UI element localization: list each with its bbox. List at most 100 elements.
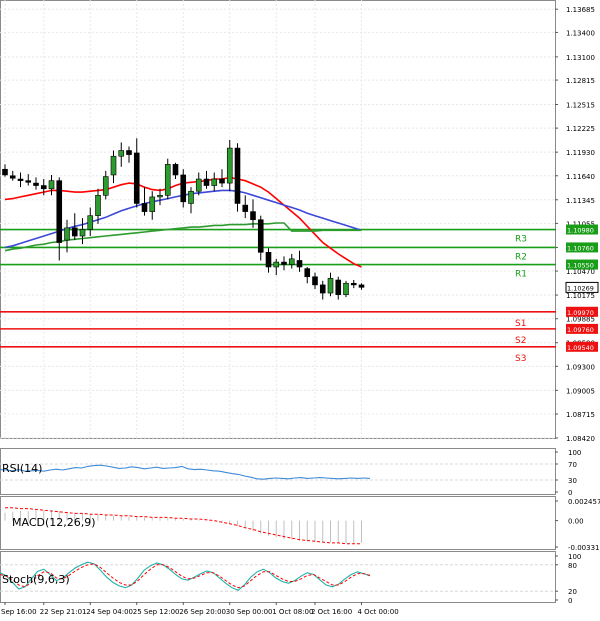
pivot-price-tag-label: 1.09970 <box>567 309 594 317</box>
candle-body <box>95 195 101 216</box>
price-tick-label: 1.08420 <box>566 435 595 443</box>
macd-tick-label: -0.00331 <box>568 544 599 552</box>
rsi-label: RSI(14) <box>2 462 42 475</box>
candle-body <box>195 178 202 192</box>
current-price-label: 1.10269 <box>567 284 594 292</box>
stoch-tick-label: 80 <box>568 562 577 570</box>
candle-body <box>172 164 179 176</box>
candle-body <box>358 284 365 288</box>
candle-body <box>110 155 117 176</box>
candle-body <box>25 180 32 183</box>
price-tick-label: 1.09300 <box>566 363 595 371</box>
candle-body <box>71 227 78 237</box>
stoch-axis: 10080 200 <box>555 553 581 605</box>
price-tick-label: 1.09885 <box>566 316 595 324</box>
time-tick-label: Sep 16:00 <box>1 608 37 616</box>
candle-body <box>226 147 233 184</box>
candle-body <box>250 211 256 221</box>
pivot-label-r3: R3 <box>515 235 527 245</box>
pivot-price-tag-label: 1.10550 <box>567 262 594 270</box>
rsi-tick-label: 100 <box>568 449 581 457</box>
rsi-tick-label: 0 <box>568 489 572 497</box>
price-tick-label: 1.13400 <box>566 29 595 37</box>
price-tick-label: 1.11930 <box>566 149 595 157</box>
candle-body <box>40 185 47 190</box>
candle-body <box>312 276 318 286</box>
time-tick-label: 25 Sep 12:00 <box>133 608 180 616</box>
candle-body <box>64 227 70 241</box>
price-panel-frame <box>0 0 556 439</box>
candle-body <box>164 164 171 196</box>
forex-chart: 1.13685 1.13400 1.13100 1.12815 1.12515 1.122… <box>0 0 600 616</box>
macd-label: MACD(12,26,9) <box>12 516 96 529</box>
price-tick-label: 1.08715 <box>566 411 595 419</box>
candle-body <box>288 258 295 265</box>
rsi-panel-frame <box>0 448 556 495</box>
candle-body <box>180 174 187 203</box>
pivot-price-tag-label: 1.10760 <box>567 244 594 252</box>
price-tick-label: 1.11640 <box>566 173 595 181</box>
candle-body <box>257 219 264 253</box>
candle-body <box>203 178 210 186</box>
candle-body <box>335 279 342 295</box>
time-tick-label: 24 Sep 04:00 <box>86 608 133 616</box>
pivot-label-s3: S3 <box>515 354 526 364</box>
macd-tick-label: 0.00 <box>568 518 584 526</box>
time-tick-label: 26 Sep 20:00 <box>179 608 226 616</box>
price-tick-label: 1.12515 <box>566 102 595 110</box>
time-tick-label: 4 Oct 00:00 <box>358 608 399 616</box>
candle-body <box>133 152 140 204</box>
macd-panel: 0.002457 0.00 -0.00331 MACD(12,26,9) <box>0 496 600 552</box>
pivot-label-s1: S1 <box>515 319 526 329</box>
candle-body <box>2 168 8 176</box>
price-panel: 1.13685 1.13400 1.13100 1.12815 1.12515 1.122… <box>0 0 599 443</box>
rsi-tick-label: 30 <box>568 477 577 485</box>
pivot-label-r1: R1 <box>515 270 527 280</box>
time-tick-label: 2 Oct 16:00 <box>311 608 352 616</box>
candle-body <box>350 282 357 286</box>
time-axis: Sep 16:00 22 Sep 21:01 24 Sep 04:00 25 Sep … <box>1 602 399 616</box>
pivot-price-tag-label: 1.09760 <box>567 326 594 334</box>
stoch-tick-label: 0 <box>568 597 572 605</box>
time-tick-label: 30 Sep 00:00 <box>226 608 273 616</box>
candle-body <box>319 284 326 294</box>
stoch-panel: 10080 200 Stoch(9,6,3) <box>0 551 581 605</box>
macd-tick-label: 0.002457 <box>568 498 600 506</box>
price-tick-label: 1.12815 <box>566 77 595 85</box>
candle-body <box>48 180 55 190</box>
price-tick-label: 1.11345 <box>566 197 595 205</box>
rsi-axis: 100 70 30 0 <box>555 449 581 497</box>
pivot-price-tag-label: 1.10980 <box>567 227 594 235</box>
candle-body <box>265 252 272 268</box>
candle-body <box>327 278 334 294</box>
candle-body <box>87 215 94 230</box>
candle-body <box>242 204 249 212</box>
candle-body <box>234 147 241 204</box>
candle-body <box>296 260 303 268</box>
price-tick-label: 1.13100 <box>566 54 595 62</box>
candle-body <box>141 203 148 212</box>
candle-body <box>102 176 109 196</box>
price-tick-label: 1.09005 <box>566 387 595 395</box>
rsi-tick-label: 70 <box>568 461 577 469</box>
price-tick-label: 1.10175 <box>566 292 595 300</box>
stoch-label: Stoch(9,6,3) <box>2 573 70 586</box>
time-tick-label: 1 Oct 08:00 <box>272 608 313 616</box>
candle-body <box>149 196 156 212</box>
pivot-price-tag-label: 1.09540 <box>567 344 594 352</box>
candle-body <box>157 195 163 198</box>
price-tick-label: 1.12225 <box>566 125 595 133</box>
pivot-label-r2: R2 <box>515 252 527 262</box>
candle-body <box>9 175 16 179</box>
current-price: 1.10269 <box>565 281 599 293</box>
candle-body <box>17 178 24 181</box>
candle-body <box>188 190 194 204</box>
macd-axis: 0.002457 0.00 -0.00331 <box>555 498 600 552</box>
pivot-label-s2: S2 <box>515 336 526 346</box>
stoch-tick-label: 20 <box>568 588 577 596</box>
candle-body <box>118 150 125 157</box>
candle-body <box>273 261 280 268</box>
candle-body <box>56 180 63 243</box>
candle-body <box>79 229 86 237</box>
candle-body <box>211 178 218 186</box>
